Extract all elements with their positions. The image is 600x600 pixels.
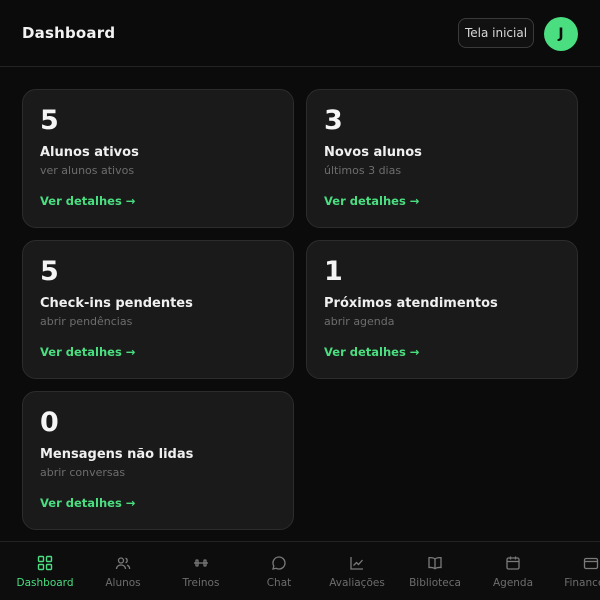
page-title: Dashboard (22, 24, 116, 42)
nav-item-agenda[interactable]: Agenda (474, 542, 552, 600)
nav-item-avaliacoes[interactable]: Avaliações (318, 542, 396, 600)
calendar-icon (506, 556, 520, 570)
nav-item-label: Chat (266, 577, 292, 589)
top-header: Dashboard Tela inicial J (0, 0, 600, 67)
stat-value: 5 (40, 105, 59, 136)
stat-subtitle: ver alunos ativos (40, 164, 135, 177)
stat-subtitle: abrir pendências (40, 315, 133, 328)
nav-item-dashboard[interactable]: Dashboard (6, 542, 84, 600)
nav-item-biblioteca[interactable]: Biblioteca (396, 542, 474, 600)
stat-subtitle: abrir conversas (40, 466, 126, 479)
stat-label: Check-ins pendentes (40, 296, 193, 311)
details-link[interactable]: Ver detalhes → (324, 194, 419, 208)
nav-item-label: Treinos (182, 577, 220, 589)
stat-card-new-students[interactable]: 3 Novos alunos últimos 3 dias Ver detalh… (306, 89, 578, 228)
grid-icon (37, 555, 53, 571)
stat-value: 0 (40, 407, 59, 438)
details-link[interactable]: Ver detalhes → (40, 345, 135, 359)
avatar[interactable]: J (544, 17, 578, 51)
nav-item-financeiro[interactable]: Financeiro (552, 542, 600, 600)
stat-card-pending-checkins[interactable]: 5 Check-ins pendentes abrir pendências V… (22, 240, 294, 379)
wallet-icon (583, 557, 599, 570)
line-chart-icon (350, 557, 363, 570)
stat-subtitle: abrir agenda (324, 315, 395, 328)
home-button[interactable]: Tela inicial (458, 18, 534, 48)
stat-card-upcoming-appointments[interactable]: 1 Próximos atendimentos abrir agenda Ver… (306, 240, 578, 379)
stat-subtitle: últimos 3 dias (324, 164, 402, 177)
nav-item-treinos[interactable]: Treinos (162, 542, 240, 600)
chat-bubble-icon (272, 556, 286, 570)
nav-item-label: Avaliações (329, 577, 385, 589)
stat-label: Mensagens não lidas (40, 447, 194, 462)
nav-item-alunos[interactable]: Alunos (84, 542, 162, 600)
nav-item-label: Alunos (105, 577, 141, 589)
details-link[interactable]: Ver detalhes → (40, 194, 135, 208)
stat-card-unread-messages[interactable]: 0 Mensagens não lidas abrir conversas Ve… (22, 391, 294, 530)
stat-label: Alunos ativos (40, 145, 139, 160)
stat-value: 3 (324, 105, 343, 136)
stat-card-active-students[interactable]: 5 Alunos ativos ver alunos ativos Ver de… (22, 89, 294, 228)
stat-value: 5 (40, 256, 59, 287)
details-link[interactable]: Ver detalhes → (40, 496, 135, 510)
nav-item-label: Biblioteca (409, 577, 461, 589)
book-icon (428, 556, 442, 570)
nav-item-label: Financeiro (564, 577, 600, 589)
details-link[interactable]: Ver detalhes → (324, 345, 419, 359)
nav-item-label: Dashboard (16, 577, 74, 589)
stat-label: Próximos atendimentos (324, 296, 498, 311)
dumbbell-icon (194, 559, 208, 567)
stat-value: 1 (324, 256, 343, 287)
users-icon (115, 557, 131, 570)
bottom-navigation: Dashboard Alunos Treinos Chat Avaliações… (0, 541, 600, 600)
nav-item-label: Agenda (492, 577, 534, 589)
stat-label: Novos alunos (324, 145, 422, 160)
nav-item-chat[interactable]: Chat (240, 542, 318, 600)
